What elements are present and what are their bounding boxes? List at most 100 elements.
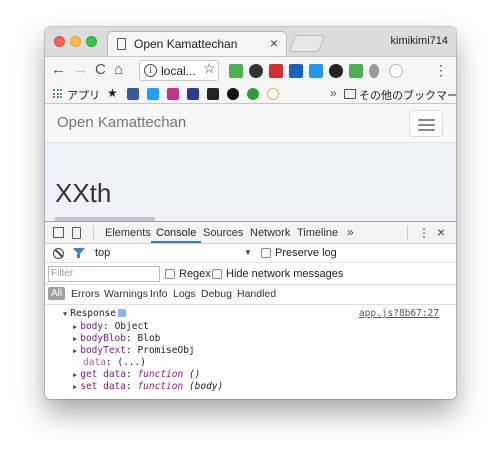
- tab-close-icon[interactable]: ×: [270, 35, 278, 51]
- log-property[interactable]: data: (...): [83, 357, 146, 368]
- preserve-log-label: Preserve log: [275, 247, 337, 259]
- level-logs[interactable]: Logs: [173, 288, 196, 300]
- tab-elements[interactable]: Elements: [105, 227, 151, 239]
- facebook-bookmark-icon[interactable]: [127, 88, 139, 100]
- log-property[interactable]: ▶ get data: function (): [73, 369, 200, 380]
- tab-title: Open Kamattechan: [134, 37, 238, 51]
- level-info[interactable]: Info: [150, 288, 168, 300]
- inspect-element-icon[interactable]: [53, 227, 64, 238]
- site-brand[interactable]: Open Kamattechan: [57, 114, 186, 131]
- info-icon[interactable]: [117, 309, 126, 317]
- home-icon[interactable]: ⌂: [114, 61, 123, 78]
- filter-icon-stem: [77, 254, 80, 258]
- context-selector[interactable]: top: [95, 247, 110, 259]
- tab-console[interactable]: Console: [156, 227, 196, 239]
- chevron-down-icon[interactable]: ▼: [244, 248, 252, 257]
- tab-timeline[interactable]: Timeline: [297, 227, 338, 239]
- hide-network-checkbox[interactable]: [212, 269, 222, 279]
- devtools-close-icon[interactable]: ×: [437, 224, 445, 240]
- extension-icon[interactable]: [229, 64, 243, 78]
- device-toolbar-icon[interactable]: [72, 227, 81, 239]
- apps-grid-icon[interactable]: [53, 89, 63, 99]
- bookmarks-bar: アプリ ★ » その他のブックマーク: [45, 84, 456, 104]
- more-bookmarks-icon[interactable]: »: [330, 86, 337, 100]
- close-window-button[interactable]: [54, 36, 65, 47]
- back-icon[interactable]: ←: [51, 61, 66, 78]
- level-handled[interactable]: Handled: [237, 288, 276, 300]
- address-text: local...: [161, 64, 196, 78]
- extension-icon[interactable]: [349, 64, 363, 78]
- log-object-header[interactable]: ▼ Response: [63, 308, 126, 319]
- collapse-arrow-icon[interactable]: ▼: [63, 310, 67, 318]
- other-bookmarks[interactable]: その他のブックマーク: [359, 87, 456, 103]
- expand-arrow-icon[interactable]: ▶: [73, 335, 77, 343]
- apps-bookmark[interactable]: アプリ: [67, 87, 100, 103]
- tab-sources[interactable]: Sources: [203, 227, 243, 239]
- github-bookmark-icon[interactable]: [227, 88, 239, 100]
- divider: [407, 226, 408, 240]
- preserve-log-checkbox[interactable]: [261, 248, 271, 258]
- log-property[interactable]: ▶ set data: function (body): [73, 381, 223, 392]
- devtools-menu-icon[interactable]: ⋮: [418, 226, 430, 240]
- devtools-tabbar: Elements Console Sources Network Timelin…: [45, 222, 456, 244]
- extension-icon[interactable]: [269, 64, 283, 78]
- extension-icon[interactable]: [389, 64, 403, 78]
- maximize-window-button[interactable]: [86, 36, 97, 47]
- browser-toolbar: ← → C ⌂ i local... ☆ ⋮: [45, 56, 456, 84]
- bookmark-star-icon[interactable]: ☆: [203, 60, 216, 77]
- reload-icon[interactable]: C: [95, 61, 106, 78]
- expand-arrow-icon[interactable]: ▶: [73, 371, 77, 379]
- menu-icon[interactable]: ⋮: [434, 62, 448, 79]
- twitter-bookmark-icon[interactable]: [147, 88, 159, 100]
- active-tab-indicator: [151, 241, 201, 243]
- regex-label: Regex: [179, 268, 211, 280]
- more-tabs-icon[interactable]: »: [347, 225, 354, 239]
- tab-network[interactable]: Network: [250, 227, 290, 239]
- level-all[interactable]: All: [48, 287, 66, 300]
- minimize-window-button[interactable]: [70, 36, 81, 47]
- console-output: ▼ Response app.js?8b67:27 ▶ body: Object ▶…: [45, 306, 456, 399]
- level-errors[interactable]: Errors: [71, 288, 100, 300]
- site-navbar: Open Kamattechan: [45, 104, 456, 143]
- browser-window: Open Kamattechan × kimikimi714 ← → C ⌂ i…: [45, 27, 456, 399]
- bookmark-icon[interactable]: [187, 88, 199, 100]
- regex-checkbox[interactable]: [165, 269, 175, 279]
- log-object-name: Response: [70, 308, 116, 319]
- divider: [93, 226, 94, 240]
- log-property[interactable]: ▶ body: Object: [73, 321, 149, 332]
- level-warnings[interactable]: Warnings: [104, 288, 148, 300]
- hamburger-menu-icon[interactable]: [409, 110, 443, 137]
- instagram-bookmark-icon[interactable]: [167, 88, 179, 100]
- console-filter-bar: Filter Regex Hide network messages: [45, 263, 456, 285]
- expand-arrow-icon[interactable]: ▶: [73, 323, 77, 331]
- expand-arrow-icon[interactable]: ▶: [73, 347, 77, 355]
- bookmark-icon[interactable]: [247, 88, 259, 100]
- extension-icon[interactable]: [249, 64, 263, 78]
- extension-icon[interactable]: [289, 64, 303, 78]
- forward-icon[interactable]: →: [73, 61, 88, 78]
- log-property[interactable]: ▶ bodyText: PromiseObj: [73, 345, 195, 356]
- extension-icon[interactable]: [369, 64, 379, 78]
- title-bar: Open Kamattechan × kimikimi714: [45, 27, 456, 56]
- clear-console-icon[interactable]: [53, 248, 64, 259]
- bookmark-icon[interactable]: [267, 88, 279, 100]
- document-icon: [117, 38, 126, 50]
- devtools-panel: Elements Console Sources Network Timelin…: [45, 221, 456, 399]
- level-debug[interactable]: Debug: [201, 288, 232, 300]
- filter-input[interactable]: Filter: [48, 266, 160, 282]
- site-info-icon[interactable]: i: [144, 64, 157, 77]
- star-bookmark-icon[interactable]: ★: [107, 86, 118, 100]
- web-page: Open Kamattechan XXth: [45, 104, 456, 221]
- expand-arrow-icon[interactable]: ▶: [73, 383, 77, 391]
- log-levels: All Errors Warnings Info Logs Debug Hand…: [45, 285, 456, 305]
- profile-name[interactable]: kimikimi714: [391, 35, 448, 47]
- bookmark-icon[interactable]: [207, 88, 219, 100]
- extension-icon[interactable]: [309, 64, 323, 78]
- page-heading: XXth: [55, 178, 112, 208]
- log-property[interactable]: ▶ bodyBlob: Blob: [73, 333, 160, 344]
- new-tab-button[interactable]: [288, 35, 326, 52]
- browser-tab[interactable]: Open Kamattechan ×: [107, 31, 287, 56]
- extension-icon[interactable]: [329, 64, 343, 78]
- hide-network-label: Hide network messages: [226, 268, 344, 280]
- source-link[interactable]: app.js?8b67:27: [359, 308, 439, 319]
